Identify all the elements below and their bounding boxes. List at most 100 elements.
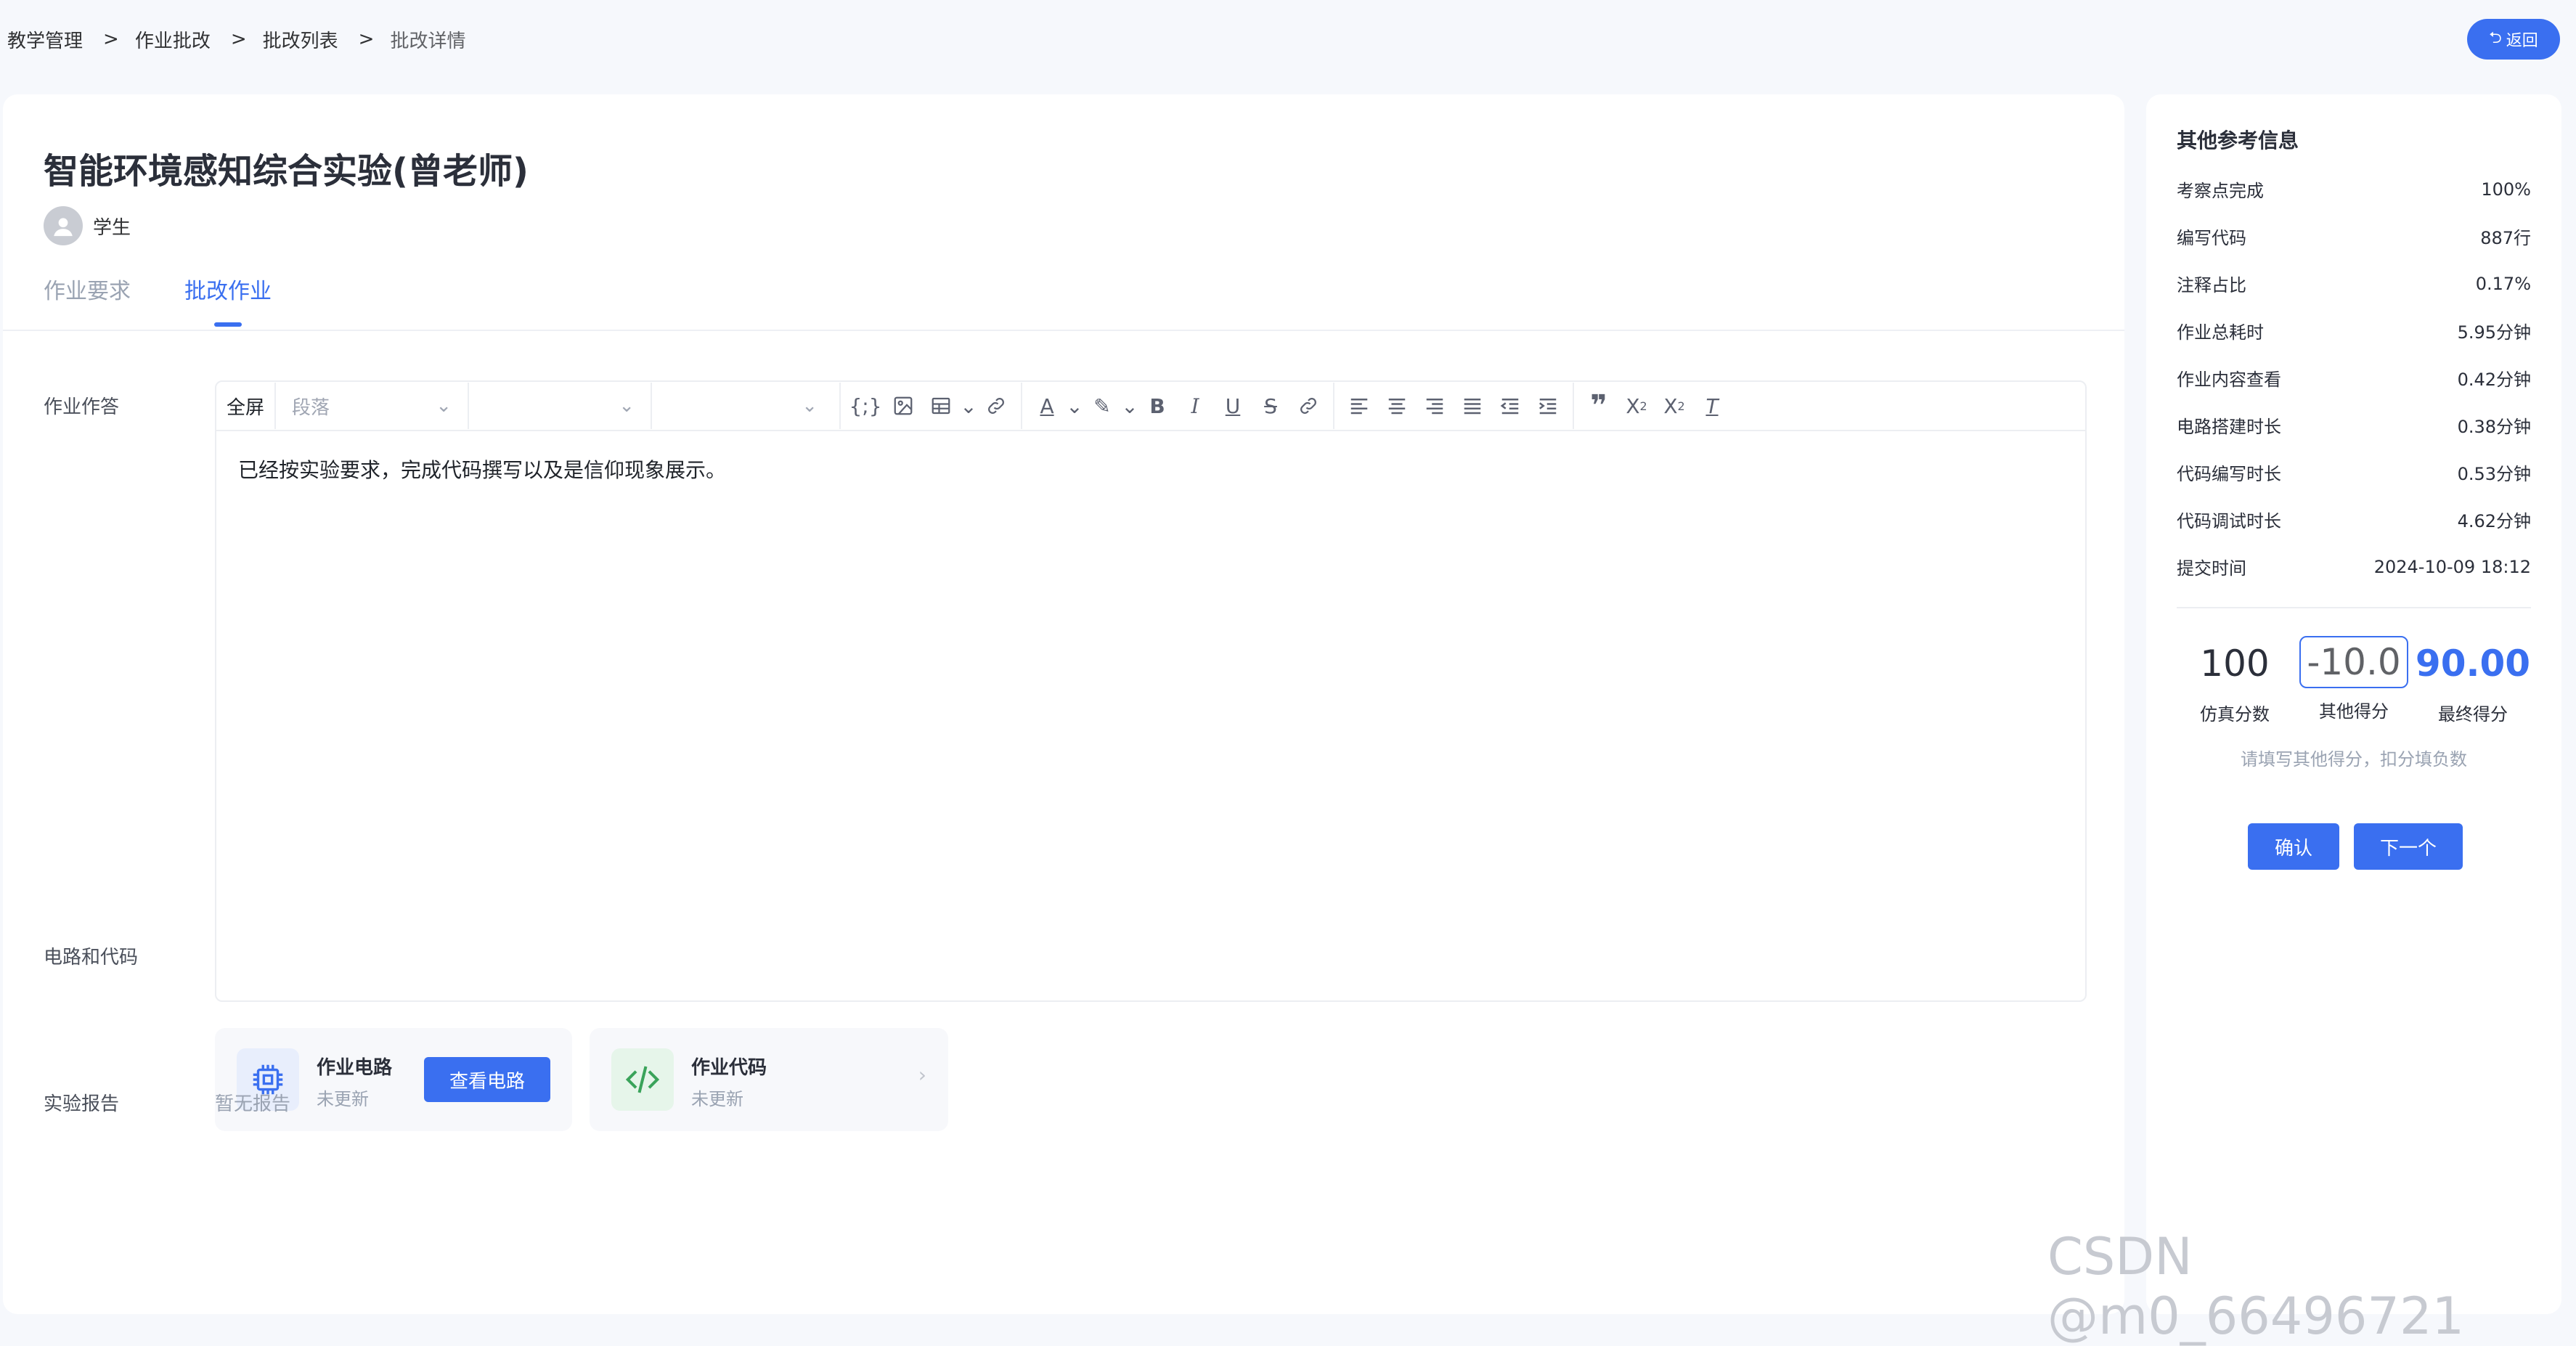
- info-row: 作业内容查看 0.42分钟: [2177, 354, 2531, 401]
- italic-icon[interactable]: I: [1176, 386, 1214, 426]
- answer-label: 作业作答: [44, 396, 120, 418]
- info-row: 电路搭建时长 0.38分钟: [2177, 401, 2531, 449]
- report-label: 实验报告: [44, 1093, 120, 1115]
- clear-format-icon[interactable]: T: [1693, 386, 1731, 426]
- report-empty-text: 暂无报告: [215, 1093, 291, 1115]
- info-label: 提交时间: [2177, 558, 2246, 579]
- info-value: 0.38分钟: [2457, 417, 2531, 437]
- font-color-icon[interactable]: A: [1028, 386, 1066, 426]
- table-icon[interactable]: [922, 386, 960, 426]
- simulation-score-label: 仿真分数: [2200, 704, 2270, 725]
- fullscreen-button[interactable]: 全屏: [216, 393, 274, 420]
- align-left-icon[interactable]: [1340, 386, 1378, 426]
- breadcrumb-item-list[interactable]: 批改列表: [263, 26, 338, 53]
- grading-panel: 智能环境感知综合实验(曾老师) 学生 作业要求 批改作业 作业作答 全屏 段落 …: [3, 94, 2124, 1314]
- info-label: 编写代码: [2177, 228, 2246, 248]
- info-value: 5.95分钟: [2457, 322, 2531, 343]
- circuit-status: 未更新: [317, 1089, 369, 1109]
- info-label: 作业内容查看: [2177, 370, 2281, 390]
- circuit-title: 作业电路: [317, 1057, 393, 1079]
- other-score-input[interactable]: [2299, 636, 2408, 688]
- confirm-button[interactable]: 确认: [2248, 823, 2339, 870]
- score-hint: 请填写其他得分，扣分填负数: [2241, 749, 2467, 770]
- code-icon: [611, 1048, 674, 1111]
- chevron-down-icon: ⌄: [436, 395, 452, 417]
- back-button[interactable]: ⮌ 返回: [2467, 19, 2560, 60]
- info-value: 4.62分钟: [2457, 511, 2531, 531]
- subscript-icon[interactable]: X2: [1618, 386, 1655, 426]
- info-value: 100%: [2481, 179, 2531, 200]
- toolbar-divider: [1333, 383, 1335, 429]
- image-icon[interactable]: [884, 386, 922, 426]
- avatar: [44, 206, 83, 245]
- breadcrumb-item-detail: 批改详情: [390, 30, 466, 52]
- chevron-down-icon[interactable]: ⌄: [1121, 386, 1138, 426]
- next-button[interactable]: 下一个: [2354, 823, 2463, 870]
- final-score-label: 最终得分: [2438, 704, 2508, 725]
- chevron-down-icon[interactable]: ⌄: [1066, 386, 1083, 426]
- info-label: 代码编写时长: [2177, 464, 2281, 484]
- strikethrough-icon[interactable]: S: [1252, 386, 1289, 426]
- return-icon: ⮌: [2489, 29, 2502, 47]
- code-status: 未更新: [691, 1089, 743, 1109]
- final-score-value: 90.00: [2415, 643, 2531, 685]
- info-row: 考察点完成 100%: [2177, 166, 2531, 213]
- tab-requirements[interactable]: 作业要求: [44, 273, 131, 327]
- blockquote-icon[interactable]: ❞: [1580, 386, 1618, 426]
- breadcrumb: 教学管理 > 作业批改 > 批改列表 > 批改详情: [7, 26, 465, 52]
- link-icon[interactable]: [977, 386, 1015, 426]
- reference-list: 考察点完成 100% 编写代码 887行 注释占比 0.17% 作业总耗时 5.95分钟…: [2177, 166, 2531, 590]
- breadcrumb-separator: >: [358, 28, 375, 50]
- breadcrumb-separator: >: [103, 28, 119, 50]
- bold-icon[interactable]: B: [1138, 386, 1176, 426]
- superscript-icon[interactable]: X2: [1655, 386, 1693, 426]
- section-divider: [2177, 607, 2531, 608]
- breadcrumb-item-grading[interactable]: 作业批改: [135, 26, 211, 53]
- info-row: 注释占比 0.17%: [2177, 260, 2531, 307]
- paragraph-select[interactable]: 段落 ⌄: [274, 383, 468, 429]
- chevron-down-icon[interactable]: ⌄: [960, 386, 977, 426]
- info-label: 电路搭建时长: [2177, 417, 2281, 437]
- font-family-select[interactable]: ⌄: [651, 383, 833, 429]
- student-label: 学生: [93, 216, 131, 239]
- font-size-select[interactable]: ⌄: [468, 383, 651, 429]
- view-circuit-button[interactable]: 查看电路: [424, 1057, 550, 1102]
- final-score: 90.00 最终得分: [2413, 636, 2532, 725]
- indent-icon[interactable]: [1529, 386, 1567, 426]
- chevron-down-icon: ⌄: [802, 395, 818, 417]
- watermark: CSDN @m0_66496721: [2047, 1227, 2465, 1346]
- toolbar-divider: [1021, 383, 1023, 429]
- info-value: 887行: [2480, 228, 2531, 248]
- editor-toolbar: 全屏 段落 ⌄ ⌄ ⌄ {;} ⌄ A ⌄ ✎ ⌄ B I U S ❞ X 2 …: [216, 382, 2085, 431]
- tab-divider: [3, 330, 2124, 331]
- toolbar-divider: [839, 383, 841, 429]
- info-value: 0.17%: [2475, 273, 2531, 294]
- circuit-code-label: 电路和代码: [44, 947, 139, 968]
- info-label: 考察点完成: [2177, 181, 2264, 201]
- toolbar-divider: [1573, 383, 1575, 429]
- align-center-icon[interactable]: [1378, 386, 1416, 426]
- code-block-icon[interactable]: {;}: [847, 386, 884, 426]
- breadcrumb-item-teaching[interactable]: 教学管理: [7, 26, 83, 53]
- tab-bar: 作业要求 批改作业: [44, 273, 272, 327]
- align-right-icon[interactable]: [1416, 386, 1454, 426]
- underline-icon[interactable]: U: [1214, 386, 1252, 426]
- breadcrumb-separator: >: [230, 28, 247, 50]
- info-label: 作业总耗时: [2177, 322, 2264, 343]
- other-score-label: 其他得分: [2319, 701, 2389, 722]
- reference-panel: 其他参考信息 考察点完成 100% 编写代码 887行 注释占比 0.17% 作业总耗…: [2146, 94, 2561, 1314]
- page-title: 智能环境感知综合实验(曾老师): [44, 151, 529, 192]
- code-card[interactable]: 作业代码 未更新 ›: [590, 1028, 948, 1131]
- simulation-score-value: 100: [2200, 643, 2270, 685]
- reference-title: 其他参考信息: [2177, 129, 2299, 152]
- back-button-label: 返回: [2506, 32, 2538, 50]
- align-justify-icon[interactable]: [1454, 386, 1491, 426]
- highlight-icon[interactable]: ✎: [1083, 386, 1121, 426]
- info-value: 2024-10-09 18:12: [2373, 556, 2531, 577]
- outdent-icon[interactable]: [1491, 386, 1529, 426]
- unlink-icon[interactable]: [1289, 386, 1327, 426]
- rich-text-editor[interactable]: 全屏 段落 ⌄ ⌄ ⌄ {;} ⌄ A ⌄ ✎ ⌄ B I U S ❞ X 2 …: [215, 380, 2087, 1002]
- simulation-score: 100 仿真分数: [2177, 636, 2293, 725]
- tab-grading[interactable]: 批改作业: [184, 273, 272, 327]
- answer-content[interactable]: 已经按实验要求，完成代码撰写以及是信仰现象展示。: [216, 431, 2085, 507]
